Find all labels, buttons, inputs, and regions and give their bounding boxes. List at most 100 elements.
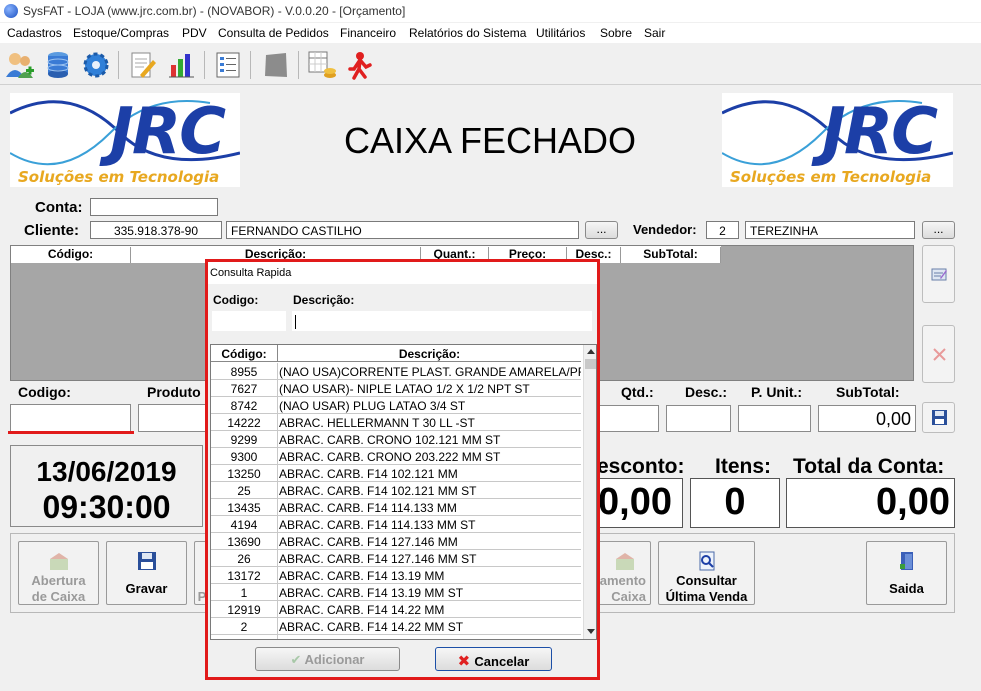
consultar-ultima-venda-button[interactable]: Consultar Última Venda <box>658 541 755 605</box>
exit-figure-icon[interactable] <box>344 49 376 81</box>
floppy-disk-icon <box>137 552 156 570</box>
menu-bar: Cadastros Estoque/Compras PDV Consulta d… <box>0 23 981 43</box>
scroll-up-icon[interactable] <box>587 349 595 354</box>
menu-sair[interactable]: Sair <box>644 26 665 40</box>
results-col-descricao[interactable]: Descrição: <box>278 347 581 361</box>
remove-item-button[interactable] <box>922 325 955 383</box>
result-description: (NAO USAR)- NIPLE LATAO 1/2 X 1/2 NPT ST <box>279 382 530 396</box>
results-col-codigo[interactable]: Código: <box>211 347 277 361</box>
toolbar <box>0 45 981 85</box>
popup-codigo-input[interactable] <box>212 311 286 331</box>
produto-entry-input[interactable] <box>138 404 208 432</box>
menu-relatorios[interactable]: Relatórios do Sistema <box>409 26 526 40</box>
result-row[interactable]: 13172 ABRAC. CARB. F14 13.19 MM <box>211 567 581 584</box>
result-row[interactable]: 14222 ABRAC. HELLERMANN T 30 LL -ST <box>211 414 581 431</box>
subtotal-input[interactable]: 0,00 <box>818 405 916 432</box>
company-logo-right: JRC Soluções em Tecnologia <box>722 93 953 187</box>
codigo-entry-input[interactable] <box>10 404 131 432</box>
result-row[interactable]: 26 ABRAC. CARB. F14 127.146 MM ST <box>211 550 581 567</box>
result-description: ABRAC. CARB. CRONO 203.222 MM ST <box>279 450 501 464</box>
punit-input[interactable] <box>738 405 811 432</box>
gray-box-icon[interactable] <box>260 49 292 81</box>
result-code: 7627 <box>230 382 258 396</box>
current-time: 09:30:00 <box>42 489 171 525</box>
qtd-label: Qtd.: <box>621 384 654 400</box>
gravar-button[interactable]: Gravar <box>106 541 187 605</box>
popup-descricao-input[interactable] <box>292 311 592 331</box>
menu-sobre[interactable]: Sobre <box>600 26 632 40</box>
result-row[interactable]: 13435 ABRAC. CARB. F14 114.133 MM <box>211 499 581 516</box>
menu-utilitarios[interactable]: Utilitários <box>536 26 585 40</box>
edit-item-button[interactable] <box>922 245 955 303</box>
register-status-title: CAIXA FECHADO <box>343 120 637 161</box>
result-row[interactable]: 13690 ABRAC. CARB. F14 127.146 MM <box>211 533 581 550</box>
saida-button[interactable]: Saida <box>866 541 947 605</box>
edit-item-icon <box>931 268 947 281</box>
database-icon[interactable] <box>42 49 74 81</box>
result-code: 12919 <box>227 603 261 617</box>
cliente-lookup-button[interactable]: ... <box>585 221 618 239</box>
result-description: ABRAC. CARB. F14 127.146 MM <box>279 535 458 549</box>
result-code: 14222 <box>227 416 261 430</box>
grid-col-codigo[interactable]: Código: <box>11 247 131 263</box>
menu-consulta-pedidos[interactable]: Consulta de Pedidos <box>218 26 329 40</box>
list-report-icon[interactable] <box>212 49 244 81</box>
cliente-name-field[interactable]: FERNANDO CASTILHO <box>226 221 579 239</box>
result-code: 1 <box>240 586 248 600</box>
menu-pdv[interactable]: PDV <box>182 26 207 40</box>
result-row[interactable]: 7627 (NAO USAR)- NIPLE LATAO 1/2 X 1/2 NP… <box>211 380 581 397</box>
result-row[interactable]: 9300 ABRAC. CARB. CRONO 203.222 MM ST <box>211 448 581 465</box>
users-add-icon[interactable] <box>4 49 36 81</box>
result-row[interactable]: 25 ABRAC. CARB. F14 102.121 MM ST <box>211 482 581 499</box>
result-description: ABRAC. CARB. F14 114.133 MM <box>279 501 457 515</box>
itens-value: 0 <box>690 478 780 528</box>
result-row[interactable]: 8955 (NAO USA)CORRENTE PLAST. GRANDE AMAR… <box>211 363 581 380</box>
result-description: ABRAC. CARB. F14 114.133 MM ST <box>279 518 476 532</box>
vendedor-lookup-button[interactable]: ... <box>922 221 955 239</box>
fechamento-caixa-button[interactable]: amento Caixa <box>598 541 651 605</box>
result-row[interactable]: 13601ABRAC. CARB. F14 140.159 MM <box>211 635 581 639</box>
cash-box-icon <box>49 553 68 570</box>
result-row[interactable]: 12919 ABRAC. CARB. F14 14.22 MM <box>211 601 581 618</box>
abertura-caixa-button[interactable]: Abertura de Caixa <box>18 541 99 605</box>
bar-chart-icon[interactable] <box>166 49 198 81</box>
calculator-coins-icon[interactable] <box>306 49 338 81</box>
desc-input[interactable] <box>666 405 731 432</box>
results-scrollbar[interactable] <box>583 345 596 639</box>
menu-estoque-compras[interactable]: Estoque/Compras <box>73 26 169 40</box>
search-document-icon <box>699 551 714 571</box>
result-row[interactable]: 2 ABRAC. CARB. F14 14.22 MM ST <box>211 618 581 635</box>
logo-tagline: Soluções em Tecnologia <box>730 168 932 186</box>
product-results-list[interactable]: Código: Descrição: 8955 (NAO USA)CORRENTE… <box>210 344 597 640</box>
menu-cadastros[interactable]: Cadastros <box>7 26 62 40</box>
adicionar-button[interactable]: ✔ Adicionar <box>255 647 400 671</box>
vendedor-name-field[interactable]: TEREZINHA <box>745 221 915 239</box>
cancel-x-icon: ✖ <box>457 653 475 670</box>
result-row[interactable]: 9299 ABRAC. CARB. CRONO 102.121 MM ST <box>211 431 581 448</box>
title-bar: SysFAT - LOJA (www.jrc.com.br) - (NOVABO… <box>0 0 981 22</box>
desc-label: Desc.: <box>685 384 728 400</box>
codigo-focus-underline <box>8 431 134 434</box>
vendedor-code-field[interactable]: 2 <box>706 221 739 239</box>
result-row[interactable]: 1 ABRAC. CARB. F14 13.19 MM ST <box>211 584 581 601</box>
result-code: 8955 <box>230 365 258 379</box>
menu-financeiro[interactable]: Financeiro <box>340 26 396 40</box>
popup-descricao-label: Descrição: <box>293 293 355 307</box>
cliente-document-field[interactable]: 335.918.378-90 <box>90 221 222 239</box>
result-row[interactable]: 4194 ABRAC. CARB. F14 114.133 MM ST <box>211 516 581 533</box>
save-item-button[interactable] <box>922 402 955 433</box>
results-header: Código: Descrição: <box>211 345 581 362</box>
conta-field[interactable] <box>90 198 218 216</box>
grid-col-subtotal[interactable]: SubTotal: <box>621 247 721 263</box>
qtd-input[interactable] <box>596 405 659 432</box>
result-code: 9299 <box>230 433 258 447</box>
scroll-down-icon[interactable] <box>587 629 595 634</box>
result-row[interactable]: 13250 ABRAC. CARB. F14 102.121 MM <box>211 465 581 482</box>
settings-gear-icon[interactable] <box>80 49 112 81</box>
result-description: ABRAC. HELLERMANN T 30 LL -ST <box>279 416 475 430</box>
edit-document-icon[interactable] <box>126 49 158 81</box>
scroll-thumb[interactable] <box>585 359 596 369</box>
result-row[interactable]: 8742 (NAO USAR) PLUG LATAO 3/4 ST <box>211 397 581 414</box>
result-description: ABRAC. CARB. CRONO 102.121 MM ST <box>279 433 501 447</box>
cancelar-button[interactable]: ✖ Cancelar <box>435 647 552 671</box>
